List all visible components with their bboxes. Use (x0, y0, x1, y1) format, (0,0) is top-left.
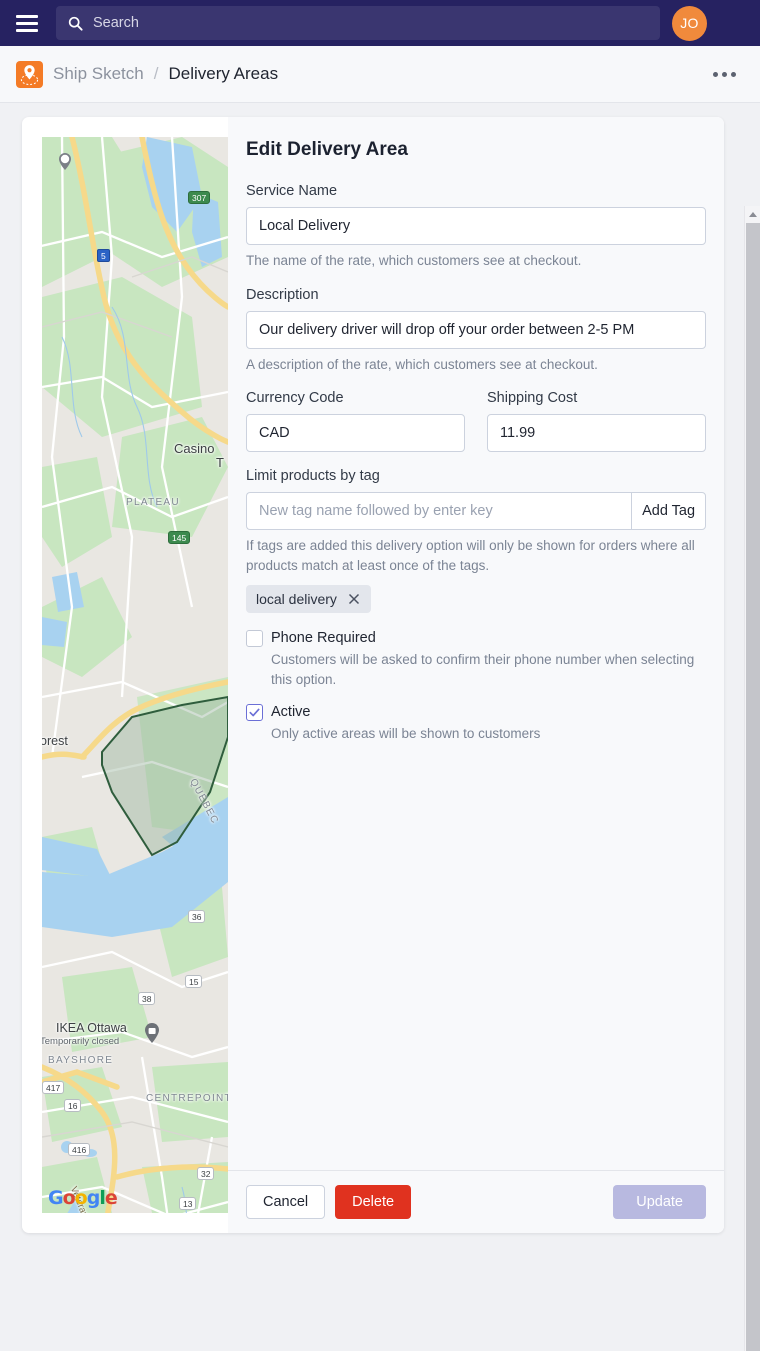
currency-code-label: Currency Code (246, 390, 465, 406)
map-shield: 36 (188, 910, 205, 923)
shipping-cost-field: Shipping Cost (487, 390, 706, 452)
hamburger-bar (16, 29, 38, 32)
tag-input-group: Add Tag (246, 492, 706, 530)
map-shield: 16 (64, 1099, 81, 1112)
form-title: Edit Delivery Area (246, 139, 706, 161)
dot (722, 72, 727, 77)
more-horizontal-icon[interactable] (705, 64, 744, 85)
cancel-button[interactable]: Cancel (246, 1185, 325, 1219)
delete-button[interactable]: Delete (335, 1185, 411, 1219)
dot (731, 72, 736, 77)
hamburger-bar (16, 22, 38, 25)
update-button[interactable]: Update (613, 1185, 706, 1219)
map-shield: 417 (42, 1081, 64, 1094)
search-input[interactable]: Search (56, 6, 660, 40)
service-name-label: Service Name (246, 183, 706, 199)
tag-label: Limit products by tag (246, 468, 706, 484)
active-checkbox[interactable] (246, 704, 263, 721)
hamburger-menu-icon[interactable] (10, 6, 44, 40)
description-label: Description (246, 287, 706, 303)
map-label: orest (42, 734, 68, 748)
close-icon[interactable] (347, 592, 361, 606)
page-content-area: 307 5 Casino T PLATEAU 145 orest QUEBEC … (0, 103, 760, 1351)
top-navigation-bar: Search JO (0, 0, 760, 46)
scrollbar-thumb[interactable] (746, 223, 760, 1351)
phone-required-description: Customers will be asked to confirm their… (271, 650, 706, 689)
currency-and-cost-row: Currency Code Shipping Cost (246, 390, 706, 452)
active-label: Active (271, 703, 706, 722)
breadcrumb-separator: / (154, 64, 159, 84)
phone-required-checkbox[interactable] (246, 630, 263, 647)
tag-chip-list: local delivery (246, 585, 706, 613)
map-shield: 5 (97, 249, 110, 262)
tag-hint: If tags are added this delivery option w… (246, 536, 706, 575)
phone-required-row: Phone Required Customers will be asked t… (246, 629, 706, 689)
dot (713, 72, 718, 77)
form-footer: Cancel Delete Update (228, 1170, 724, 1233)
shipping-cost-input[interactable] (487, 414, 706, 452)
description-input[interactable] (246, 311, 706, 349)
google-logo: Google (48, 1187, 117, 1209)
map-shield: 307 (188, 191, 210, 204)
delivery-area-editor-card: 307 5 Casino T PLATEAU 145 orest QUEBEC … (22, 117, 724, 1233)
map-pin-logo-icon[interactable] (16, 61, 43, 88)
phone-required-label: Phone Required (271, 629, 706, 648)
map-shield: 32 (197, 1167, 214, 1180)
description-hint: A description of the rate, which custome… (246, 355, 706, 375)
description-field: Description A description of the rate, w… (246, 287, 706, 375)
edit-delivery-area-form: Edit Delivery Area Service Name The name… (228, 117, 724, 1233)
map-shield: 416 (68, 1143, 90, 1156)
service-name-hint: The name of the rate, which customers se… (246, 251, 706, 271)
form-body: Edit Delivery Area Service Name The name… (228, 117, 724, 1170)
currency-code-field: Currency Code (246, 390, 465, 452)
delivery-area-map[interactable]: 307 5 Casino T PLATEAU 145 orest QUEBEC … (42, 137, 228, 1213)
tag-name-input[interactable] (246, 492, 631, 530)
map-label: Casino (174, 441, 214, 456)
tag-chip-label: local delivery (256, 591, 337, 607)
avatar[interactable]: JO (672, 6, 707, 41)
search-icon (68, 16, 83, 31)
map-shield: 145 (168, 531, 190, 544)
map-label: IKEA Ottawa (56, 1021, 127, 1035)
active-text: Active Only active areas will be shown t… (271, 703, 706, 744)
hamburger-bar (16, 15, 38, 18)
map-shield: 15 (185, 975, 202, 988)
service-name-field: Service Name The name of the rate, which… (246, 183, 706, 271)
shipping-cost-label: Shipping Cost (487, 390, 706, 406)
vertical-scrollbar[interactable] (744, 206, 760, 1351)
service-name-input[interactable] (246, 207, 706, 245)
map-shield: 13 (179, 1197, 196, 1210)
scroll-up-arrow-icon[interactable] (745, 206, 760, 223)
phone-required-text: Phone Required Customers will be asked t… (271, 629, 706, 689)
map-label: CENTREPOINTE (146, 1093, 228, 1104)
map-shield: 38 (138, 992, 155, 1005)
active-row: Active Only active areas will be shown t… (246, 703, 706, 744)
breadcrumb: Ship Sketch / Delivery Areas (0, 46, 760, 103)
map-label: PLATEAU (126, 497, 180, 508)
map-label: Temporarily closed (42, 1036, 119, 1047)
limit-products-by-tag-field: Limit products by tag Add Tag If tags ar… (246, 468, 706, 613)
search-placeholder-text: Search (93, 15, 139, 31)
tag-chip: local delivery (246, 585, 371, 613)
map-label: T (216, 455, 224, 470)
currency-code-input[interactable] (246, 414, 465, 452)
breadcrumb-current-page: Delivery Areas (168, 64, 278, 84)
breadcrumb-root-link[interactable]: Ship Sketch (53, 64, 144, 84)
map-label: BAYSHORE (48, 1055, 113, 1066)
add-tag-button[interactable]: Add Tag (631, 492, 706, 530)
active-description: Only active areas will be shown to custo… (271, 724, 706, 744)
